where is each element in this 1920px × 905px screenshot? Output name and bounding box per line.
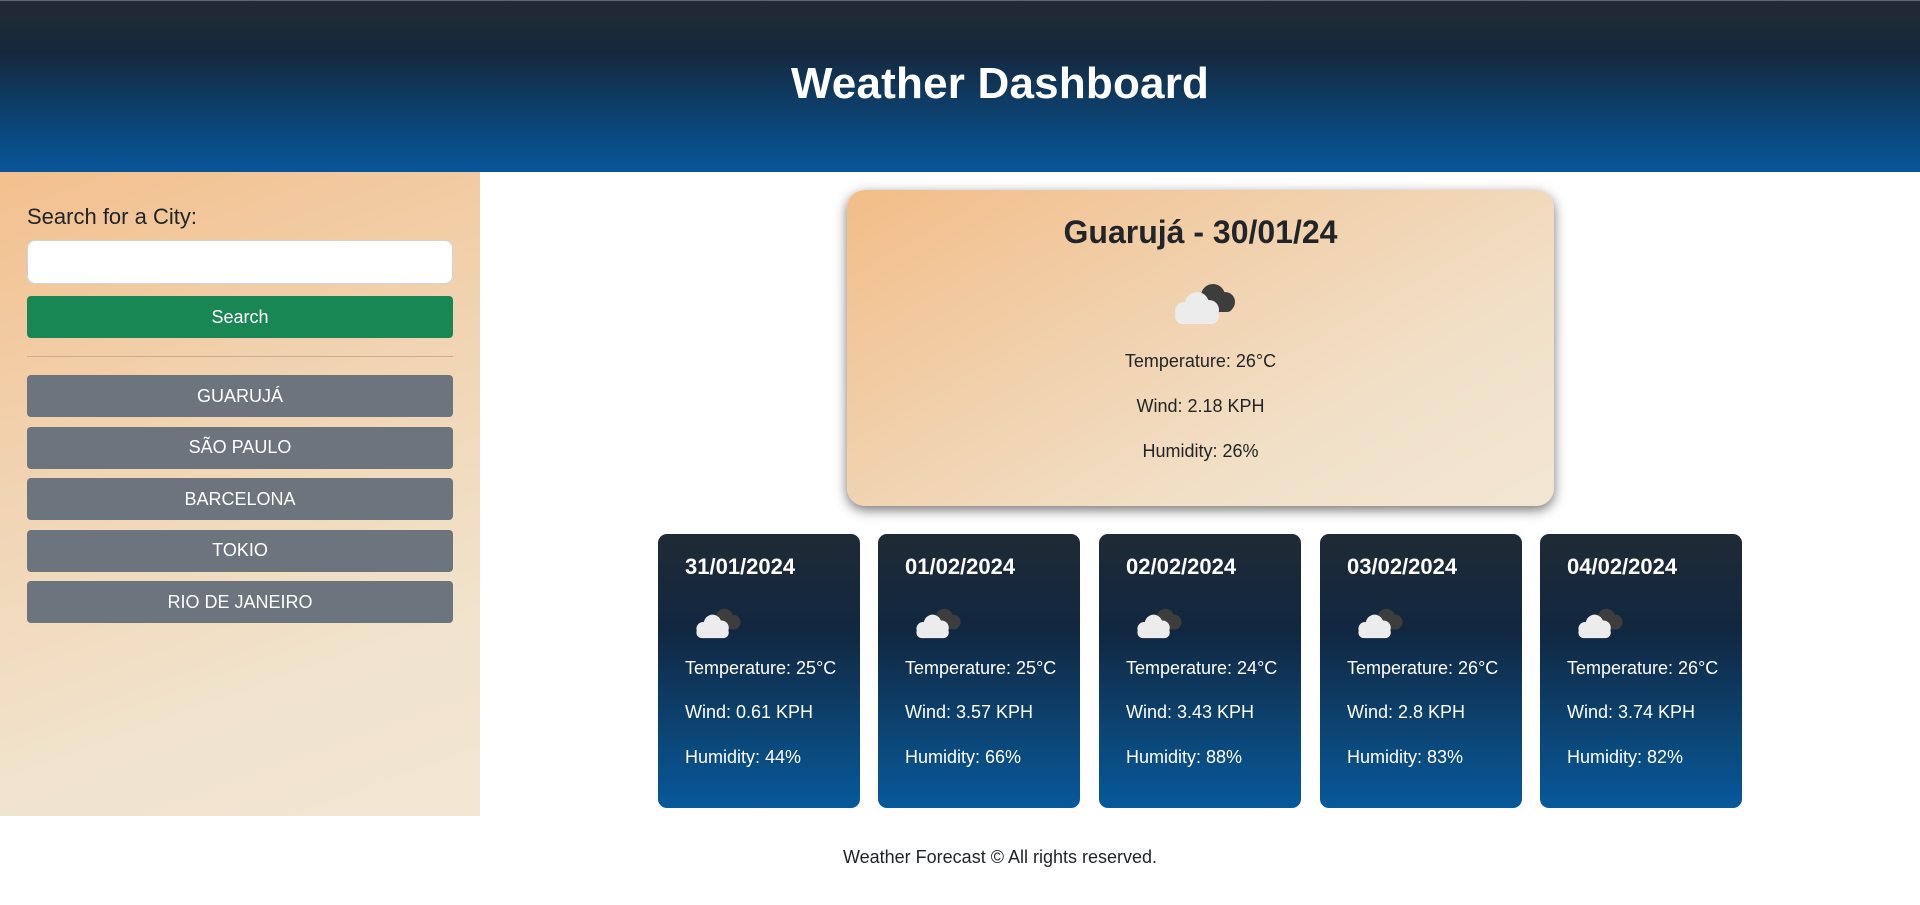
city-button-barcelona[interactable]: BARCELONA — [27, 478, 453, 520]
forecast-temperature: Temperature: 25°C — [685, 658, 837, 678]
broken-clouds-icon — [1578, 608, 1623, 639]
current-temperature: Temperature: 26°C — [1124, 351, 1277, 371]
page-footer: Weather Forecast © All rights reserved. — [0, 847, 1920, 868]
forecast-wind: Wind: 3.74 KPH — [1567, 702, 1696, 722]
forecast-card: 04/02/2024 Temperature: 26°C Wind: 3.74 … — [1540, 534, 1742, 808]
forecast-wind: Wind: 0.61 KPH — [685, 702, 814, 722]
forecast-humidity: Humidity: 44% — [685, 747, 802, 767]
forecast-card: 03/02/2024 Temperature: 26°C Wind: 2.8 K… — [1320, 534, 1522, 808]
page-header: Weather Dashboard — [0, 0, 1920, 172]
search-button[interactable]: Search — [27, 296, 453, 338]
forecast-temperature: Temperature: 26°C — [1347, 658, 1499, 678]
city-button-sao-paulo[interactable]: SÃO PAULO — [27, 426, 453, 469]
forecast-date: 04/02/2024 — [1567, 554, 1678, 579]
city-history-list: GUARUJÁ SÃO PAULO BARCELONA TOKIO RIO DE… — [27, 375, 453, 633]
search-label: Search for a City: — [27, 204, 197, 229]
forecast-wind: Wind: 2.8 KPH — [1347, 702, 1466, 722]
forecast-humidity: Humidity: 82% — [1567, 747, 1684, 767]
broken-clouds-icon — [1137, 608, 1182, 639]
forecast-humidity: Humidity: 88% — [1126, 747, 1243, 767]
forecast-wind: Wind: 3.43 KPH — [1126, 702, 1255, 722]
broken-clouds-icon — [696, 608, 741, 639]
forecast-temperature: Temperature: 25°C — [905, 658, 1057, 678]
city-button-rio-de-janeiro[interactable]: RIO DE JANEIRO — [27, 581, 453, 623]
current-weather-title: Guarujá - 30/01/24 — [1063, 214, 1338, 250]
search-input[interactable] — [27, 240, 453, 284]
forecast-humidity: Humidity: 83% — [1347, 747, 1464, 767]
forecast-wind: Wind: 3.57 KPH — [905, 702, 1034, 722]
forecast-temperature: Temperature: 26°C — [1567, 658, 1719, 678]
forecast-card: 01/02/2024 Temperature: 25°C Wind: 3.57 … — [878, 534, 1080, 808]
page-title-text: Weather Dashboard — [790, 59, 1210, 108]
forecast-card: 31/01/2024 Temperature: 25°C Wind: 0.61 … — [658, 534, 860, 808]
forecast-date: 01/02/2024 — [905, 554, 1016, 579]
forecast-temperature: Temperature: 24°C — [1126, 658, 1278, 678]
broken-clouds-icon — [1358, 608, 1403, 639]
forecast-date: 31/01/2024 — [685, 554, 796, 579]
city-button-tokio[interactable]: TOKIO — [27, 529, 453, 572]
forecast-humidity: Humidity: 66% — [905, 747, 1022, 767]
forecast-card: 02/02/2024 Temperature: 24°C Wind: 3.43 … — [1099, 534, 1301, 808]
sidebar-divider — [27, 356, 453, 357]
forecast-date: 03/02/2024 — [1347, 554, 1458, 579]
current-humidity: Humidity: 26% — [1142, 441, 1259, 461]
forecast-date: 02/02/2024 — [1126, 554, 1237, 579]
current-wind: Wind: 2.18 KPH — [1136, 396, 1265, 416]
page-title: Weather Dashboard — [0, 59, 1920, 109]
city-button-guaruja[interactable]: GUARUJÁ — [27, 375, 453, 417]
current-weather-card: Guarujá - 30/01/24 Temperature: 26°C Win… — [847, 190, 1554, 506]
broken-clouds-icon — [1175, 284, 1235, 324]
footer-text: Weather Forecast © All rights reserved. — [842, 847, 1158, 867]
broken-clouds-icon — [916, 608, 961, 639]
sidebar: Search for a City: Search GUARUJÁ SÃO PA… — [0, 172, 480, 816]
forecast-row: 31/01/2024 Temperature: 25°C Wind: 0.61 … — [658, 534, 1743, 809]
